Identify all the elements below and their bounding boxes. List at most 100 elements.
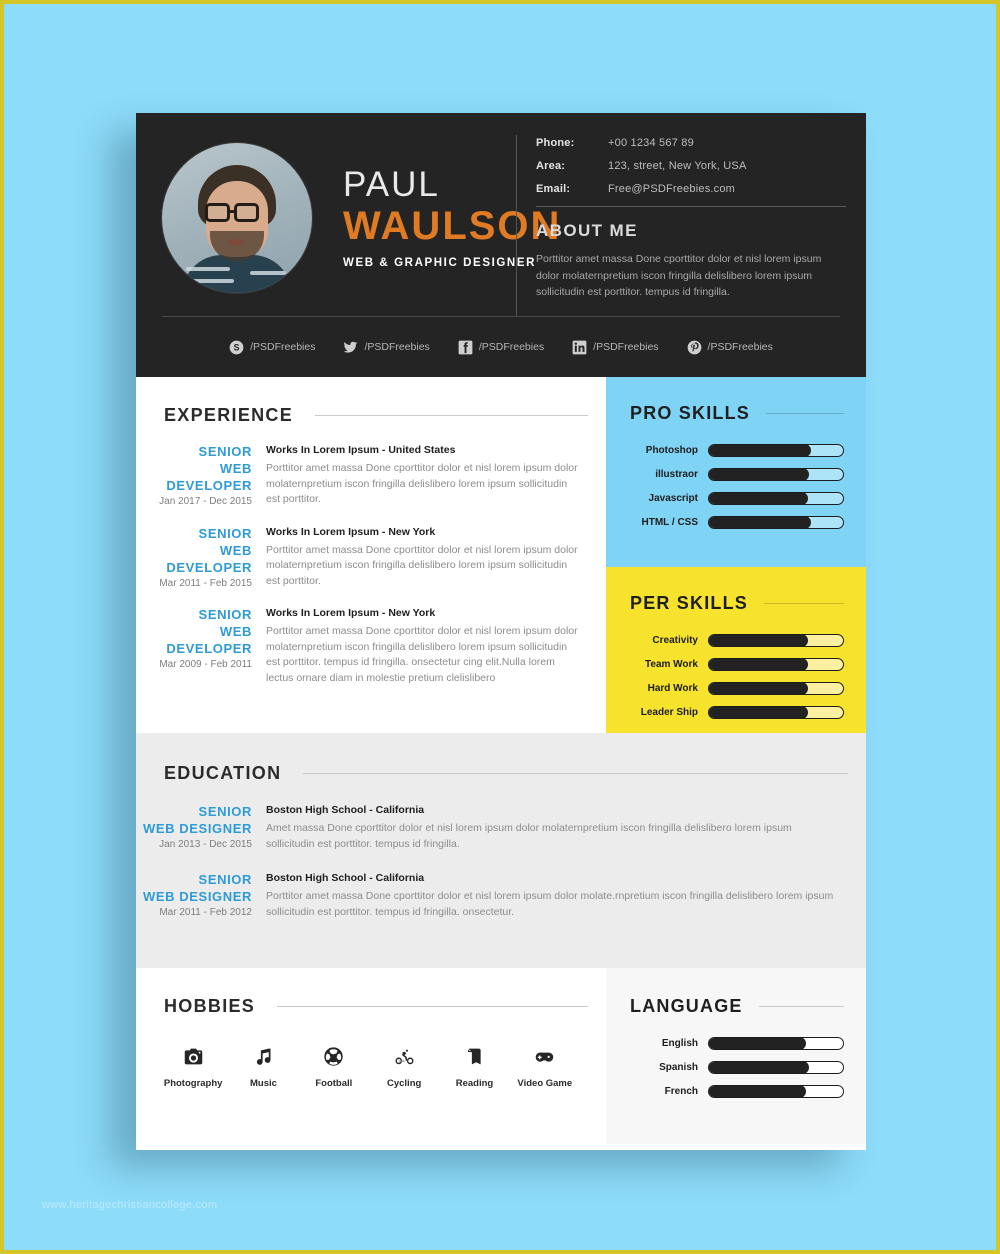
contact-value[interactable]: Free@PSDFreebies.com <box>608 183 735 195</box>
social-item-facebook[interactable]: /PSDFreebies <box>458 340 544 355</box>
language-bar[interactable] <box>708 1037 844 1050</box>
skill-label: HTML / CSS <box>641 517 698 528</box>
skill-bar[interactable] <box>708 706 844 719</box>
contact-row-email: Email: Free@PSDFreebies.com <box>536 183 846 195</box>
portrait-stripe <box>184 279 234 283</box>
section-rule <box>303 773 848 774</box>
hobby-item-reading: Reading <box>439 1043 509 1089</box>
skill-label: Creativity <box>652 635 698 646</box>
hobby-item-football: Football <box>299 1043 369 1089</box>
skill-bar[interactable] <box>708 444 844 457</box>
skill-bar[interactable] <box>708 468 844 481</box>
social-bar: S /PSDFreebies /PSDFreebies /PSDFreebies <box>136 317 866 377</box>
social-handle: /PSDFreebies <box>707 341 773 353</box>
skill-bar[interactable] <box>708 492 844 505</box>
experience-role-line2: WEB DEVELOPER <box>166 542 252 575</box>
contact-label: Email: <box>536 183 571 195</box>
education-date: Mar 2011 - Feb 2012 <box>159 907 252 918</box>
social-item-linkedin[interactable]: /PSDFreebies <box>572 340 659 355</box>
education-meta: SENIOR WEB DESIGNER Mar 2011 - Feb 2012 <box>136 872 266 920</box>
section-rule <box>315 415 588 416</box>
section-title-per-skills: PER SKILLS <box>630 593 749 613</box>
experience-role-line1: SENIOR <box>198 607 252 622</box>
education-role-line1: SENIOR <box>198 872 252 887</box>
avatar <box>162 143 312 293</box>
pinterest-icon <box>687 340 702 355</box>
hobby-label: Video Game <box>517 1078 573 1089</box>
language-row: Spanish <box>630 1061 844 1074</box>
language-label: French <box>664 1086 698 1097</box>
experience-body: Works In Lorem Ipsum - New York Porttito… <box>266 526 584 590</box>
section-title-hobbies: HOBBIES <box>164 996 256 1016</box>
social-item-twitter[interactable]: /PSDFreebies <box>343 340 430 355</box>
avatar-container <box>136 113 321 316</box>
skill-row: Team Work <box>630 658 844 671</box>
gamepad-icon <box>510 1043 580 1069</box>
experience-item: SENIOR WEB DEVELOPER Mar 2011 - Feb 2015… <box>136 526 584 590</box>
education-meta: SENIOR WEB DESIGNER Jan 2013 - Dec 2015 <box>136 804 266 852</box>
hobby-item-photography: Photography <box>158 1043 228 1089</box>
section-rule <box>277 1006 588 1007</box>
portrait-stripe <box>250 271 286 275</box>
experience-body: Works In Lorem Ipsum - United States Por… <box>266 444 584 508</box>
experience-skills-band: EXPERIENCE SENIOR WEB DEVELOPER Jan 2017… <box>136 377 866 733</box>
skill-bar[interactable] <box>708 682 844 695</box>
education-role-line1: SENIOR <box>198 804 252 819</box>
experience-company: Works In Lorem Ipsum - New York <box>266 525 436 538</box>
experience-meta: SENIOR WEB DEVELOPER Jan 2017 - Dec 2015 <box>136 444 266 508</box>
experience-date: Jan 2017 - Dec 2015 <box>159 496 252 507</box>
experience-role-line2: WEB DEVELOPER <box>166 461 252 493</box>
about-me-title: ABOUT ME <box>536 221 638 240</box>
hobbies-section: HOBBIES Photography Music Football Cycli… <box>136 968 606 1144</box>
skill-row: Photoshop <box>630 444 844 457</box>
skill-bar[interactable] <box>708 516 844 529</box>
contact-value[interactable]: +00 1234 567 89 <box>608 137 694 149</box>
section-rule <box>764 603 844 604</box>
contact-label: Area: <box>536 160 566 172</box>
language-bar[interactable] <box>708 1085 844 1098</box>
portrait-glasses-right <box>234 203 259 222</box>
portrait-glasses-bridge <box>230 210 236 213</box>
social-handle: /PSDFreebies <box>478 341 545 353</box>
hobby-label: Cycling <box>386 1078 422 1089</box>
section-title-experience: EXPERIENCE <box>164 405 294 425</box>
education-description: Amet massa Done cporttitor dolor et nisl… <box>266 822 792 850</box>
language-list: English Spanish French <box>630 1037 844 1098</box>
education-body: Boston High School - California Porttito… <box>266 872 836 920</box>
hobbies-grid: Photography Music Football Cycling Readi… <box>136 1043 606 1089</box>
language-bar[interactable] <box>708 1061 844 1074</box>
per-skills-header: PER SKILLS <box>630 593 844 614</box>
per-skills-panel: PER SKILLS Creativity Team Work Hard Wor… <box>606 567 866 733</box>
skill-label: Team Work <box>645 659 698 670</box>
social-handle: /PSDFreebies <box>250 341 316 353</box>
experience-company: Works In Lorem Ipsum - New York <box>266 607 436 619</box>
skill-row: Creativity <box>630 634 844 647</box>
contact-label: Phone: <box>536 137 575 149</box>
education-item: SENIOR WEB DESIGNER Jan 2013 - Dec 2015 … <box>136 804 836 852</box>
education-item: SENIOR WEB DESIGNER Mar 2011 - Feb 2012 … <box>136 872 836 920</box>
skill-label: illustraor <box>655 469 698 480</box>
language-section: LANGUAGE English Spanish French <box>606 968 866 1144</box>
section-rule <box>766 413 844 414</box>
skill-bar-fill <box>709 469 810 480</box>
social-item-skype[interactable]: S /PSDFreebies <box>229 340 315 355</box>
language-header: LANGUAGE <box>630 996 844 1017</box>
experience-meta: SENIOR WEB DEVELOPER Mar 2009 - Feb 2011 <box>136 607 266 686</box>
skill-bar-fill <box>709 683 808 694</box>
education-role-line2: WEB DESIGNER <box>142 889 252 904</box>
experience-date: Mar 2009 - Feb 2011 <box>159 659 252 670</box>
camera-icon <box>158 1043 228 1069</box>
hobby-label: Football <box>315 1078 353 1089</box>
skill-bar[interactable] <box>708 658 844 671</box>
watermark: www.heritagechristiancollege.com <box>42 1199 218 1211</box>
contact-value[interactable]: 123, street, New York, USA <box>608 160 747 172</box>
hobbies-header: HOBBIES <box>136 996 606 1017</box>
language-bar-fill <box>709 1086 807 1097</box>
skill-row: Leader Ship <box>630 706 844 719</box>
social-item-pinterest[interactable]: /PSDFreebies <box>687 340 773 355</box>
skill-row: Javascript <box>630 492 844 505</box>
hobby-label: Photography <box>163 1078 223 1089</box>
skill-bar[interactable] <box>708 634 844 647</box>
experience-role-line2: WEB DEVELOPER <box>166 624 252 656</box>
section-title-education: EDUCATION <box>164 763 282 783</box>
